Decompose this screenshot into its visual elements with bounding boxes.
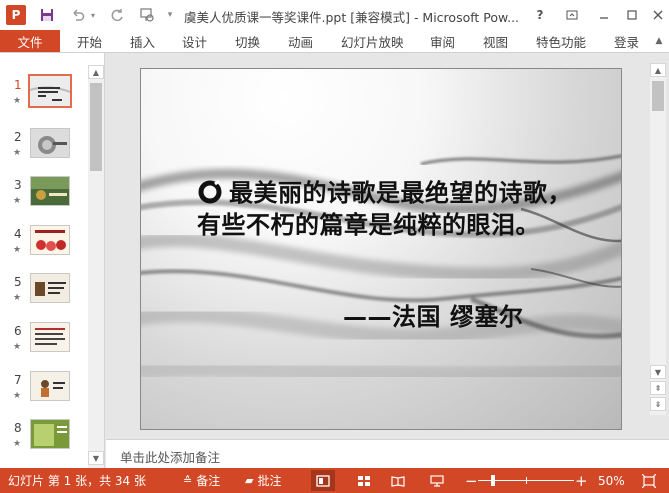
- zoom-level[interactable]: 50%: [598, 468, 625, 493]
- ink-circle-icon: [198, 180, 222, 204]
- fit-to-window-icon[interactable]: [642, 468, 656, 493]
- zoom-center-mark: [526, 477, 527, 484]
- slideshow-icon[interactable]: [425, 470, 449, 491]
- slide-number: 6: [14, 324, 22, 338]
- slide-number: 2: [14, 130, 22, 144]
- title-bar: P ▾ ▾ 虞美人优质课一等奖课件.ppt [兼容模式] - Microsoft…: [0, 0, 669, 30]
- collapse-ribbon-icon[interactable]: ▲: [652, 33, 666, 49]
- workspace: 1 ★ 2 ★ 3 ★ 4 ★ 5 ★ 6 ★ 7 ★ 8 ★ ▲ ▼ 最美丽的…: [0, 52, 669, 469]
- tab-features[interactable]: 特色功能: [536, 30, 586, 52]
- attribution-text[interactable]: ——法国 缪塞尔: [343, 297, 523, 332]
- reading-view-icon[interactable]: [386, 470, 410, 491]
- animation-star-icon: ★: [13, 245, 22, 255]
- slide-canvas[interactable]: 最美丽的诗歌是最绝望的诗歌，有些不朽的篇章是纯粹的眼泪。 ——法国 缪塞尔: [140, 68, 622, 430]
- scroll-down-icon[interactable]: ▼: [88, 451, 104, 465]
- tab-review[interactable]: 审阅: [430, 30, 455, 52]
- animation-star-icon: ★: [13, 342, 22, 352]
- zoom-in-button[interactable]: +: [575, 468, 588, 493]
- quote-body: 最美丽的诗歌是最绝望的诗歌，有些不朽的篇章是纯粹的眼泪。: [197, 179, 572, 239]
- slide-number: 4: [14, 227, 22, 241]
- slide-thumbnail-image: [30, 371, 70, 401]
- tab-slideshow[interactable]: 幻灯片放映: [341, 30, 404, 52]
- slide-thumbnail-3[interactable]: 3 ★: [0, 176, 88, 220]
- notes-icon: ≙: [183, 474, 193, 487]
- tab-insert[interactable]: 插入: [130, 30, 155, 52]
- slide-number: 1: [14, 78, 22, 92]
- ribbon-tabs: 文件 开始 插入 设计 切换 动画 幻灯片放映 审阅 视图 特色功能 登录 ▲: [0, 30, 669, 52]
- save-icon[interactable]: [37, 5, 57, 25]
- slide-thumbnail-image: [28, 74, 72, 108]
- minimize-icon[interactable]: [592, 4, 616, 26]
- slide-number: 7: [14, 373, 22, 387]
- notes-button[interactable]: ≙ 备注: [183, 468, 220, 493]
- tab-view[interactable]: 视图: [483, 30, 508, 52]
- redo-icon[interactable]: [107, 5, 127, 25]
- zoom-slider-handle[interactable]: [491, 475, 495, 486]
- animation-star-icon: ★: [13, 148, 22, 158]
- slide-thumbnail-2[interactable]: 2 ★: [0, 128, 88, 172]
- notes-label: 备注: [196, 474, 221, 488]
- scrollbar-thumb[interactable]: [652, 81, 664, 111]
- slide-thumbnail-6[interactable]: 6 ★: [0, 322, 88, 366]
- notes-pane[interactable]: 单击此处添加备注: [106, 439, 669, 469]
- tab-design[interactable]: 设计: [182, 30, 207, 52]
- scroll-up-icon[interactable]: ▲: [88, 65, 104, 79]
- tab-home[interactable]: 开始: [77, 30, 102, 52]
- ink-wash-background: [141, 154, 621, 387]
- ribbon-display-options-icon[interactable]: [560, 4, 584, 26]
- animation-star-icon: ★: [13, 439, 22, 449]
- animation-star-icon: ★: [13, 196, 22, 206]
- close-icon[interactable]: [646, 4, 669, 26]
- slide-number: 3: [14, 178, 22, 192]
- slide-thumbnail-image: [30, 322, 70, 352]
- slide-thumbnail-image: [30, 128, 70, 158]
- slide-thumbnail-7[interactable]: 7 ★: [0, 371, 88, 415]
- previous-slide-icon[interactable]: ⇞: [650, 381, 666, 395]
- thumbnail-scrollbar[interactable]: ▲ ▼: [88, 65, 104, 469]
- slide-thumbnail-image: [30, 419, 70, 449]
- notes-placeholder[interactable]: 单击此处添加备注: [120, 447, 220, 466]
- powerpoint-logo-icon[interactable]: P: [6, 5, 26, 25]
- powerpoint-window: P ▾ ▾ 虞美人优质课一等奖课件.ppt [兼容模式] - Microsoft…: [0, 0, 669, 493]
- slide-thumbnail-image: [30, 273, 70, 303]
- scroll-down-icon[interactable]: ▼: [650, 365, 666, 379]
- scroll-up-icon[interactable]: ▲: [650, 63, 666, 77]
- comments-button[interactable]: ▰ 批注: [245, 468, 281, 493]
- zoom-out-button[interactable]: −: [465, 468, 478, 493]
- maximize-icon[interactable]: [620, 4, 644, 26]
- comment-icon: ▰: [245, 474, 254, 487]
- sign-in-link[interactable]: 登录: [614, 30, 639, 52]
- tab-transitions[interactable]: 切换: [235, 30, 260, 52]
- slide-thumbnail-image: [30, 176, 70, 206]
- normal-view-icon[interactable]: [311, 470, 335, 491]
- next-slide-icon[interactable]: ⇟: [650, 397, 666, 411]
- slide-thumbnail-1[interactable]: 1 ★: [0, 74, 88, 120]
- undo-dropdown-icon[interactable]: ▾: [88, 5, 98, 25]
- slide-count: 幻灯片 第 1 张，共 34 张: [8, 474, 146, 488]
- slide-sorter-icon[interactable]: [352, 470, 376, 491]
- undo-icon[interactable]: [68, 5, 88, 25]
- quote-text[interactable]: 最美丽的诗歌是最绝望的诗歌，有些不朽的篇章是纯粹的眼泪。: [197, 177, 577, 241]
- slide-thumbnail-4[interactable]: 4 ★: [0, 225, 88, 269]
- slide-thumbnail-image: [30, 225, 70, 255]
- start-presentation-icon[interactable]: [137, 5, 157, 25]
- document-title: 虞美人优质课一等奖课件.ppt [兼容模式] - Microsoft Pow..…: [184, 10, 520, 25]
- scrollbar-thumb[interactable]: [90, 83, 102, 171]
- slide-number: 5: [14, 275, 22, 289]
- slide-scrollbar[interactable]: ▲ ▼ ⇞ ⇟: [650, 63, 666, 415]
- customize-toolbar-icon[interactable]: ▾: [164, 5, 176, 25]
- slide-number: 8: [14, 421, 22, 435]
- animation-star-icon: ★: [13, 391, 22, 401]
- slide-thumbnail-8[interactable]: 8 ★: [0, 419, 88, 463]
- animation-star-icon: ★: [13, 96, 22, 106]
- help-icon[interactable]: ?: [528, 4, 552, 26]
- tab-file[interactable]: 文件: [0, 30, 60, 52]
- comments-label: 批注: [257, 474, 282, 488]
- tab-animations[interactable]: 动画: [288, 30, 313, 52]
- animation-star-icon: ★: [13, 293, 22, 303]
- status-bar: 幻灯片 第 1 张，共 34 张 ≙ 备注 ▰ 批注 − + 50%: [0, 468, 669, 493]
- slide-thumbnail-5[interactable]: 5 ★: [0, 273, 88, 317]
- slide-thumbnail-pane: 1 ★ 2 ★ 3 ★ 4 ★ 5 ★ 6 ★ 7 ★ 8 ★ ▲ ▼: [0, 53, 105, 469]
